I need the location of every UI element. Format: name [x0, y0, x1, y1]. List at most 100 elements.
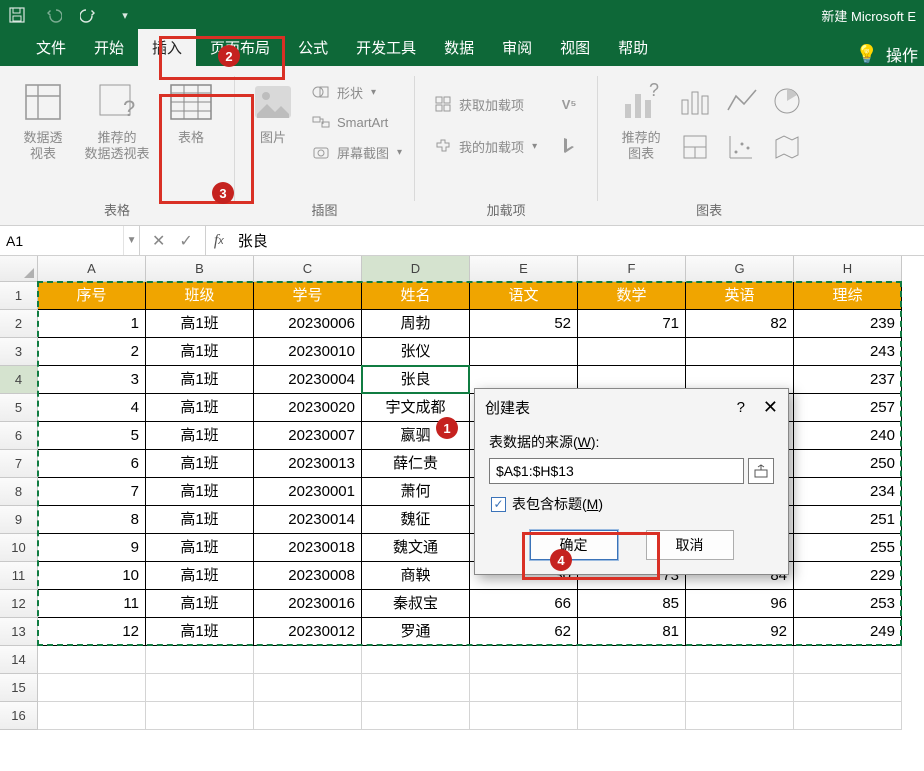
- header-cell[interactable]: 数学: [578, 282, 686, 310]
- data-cell[interactable]: [470, 338, 578, 366]
- row-header-8[interactable]: 8: [0, 478, 38, 506]
- tab-insert[interactable]: 插入: [138, 29, 196, 66]
- data-cell[interactable]: 萧何: [362, 478, 470, 506]
- save-icon[interactable]: [8, 6, 26, 24]
- header-cell[interactable]: 语文: [470, 282, 578, 310]
- row-header-4[interactable]: 4: [0, 366, 38, 394]
- data-cell[interactable]: 魏征: [362, 506, 470, 534]
- data-cell[interactable]: [578, 338, 686, 366]
- data-cell[interactable]: 20230010: [254, 338, 362, 366]
- close-icon[interactable]: ✕: [763, 397, 778, 418]
- data-cell[interactable]: 52: [470, 310, 578, 338]
- chart-pie-icon[interactable]: [772, 86, 812, 126]
- col-header-E[interactable]: E: [470, 256, 578, 282]
- row-header-13[interactable]: 13: [0, 618, 38, 646]
- tab-home[interactable]: 开始: [80, 29, 138, 66]
- data-cell[interactable]: 罗通: [362, 618, 470, 646]
- col-header-D[interactable]: D: [362, 256, 470, 282]
- data-cell[interactable]: 20230008: [254, 562, 362, 590]
- data-cell[interactable]: 20230020: [254, 394, 362, 422]
- data-cell[interactable]: 253: [794, 590, 902, 618]
- range-picker-icon[interactable]: [748, 458, 774, 484]
- data-cell[interactable]: 66: [470, 590, 578, 618]
- header-cell[interactable]: 姓名: [362, 282, 470, 310]
- data-cell[interactable]: 张仪: [362, 338, 470, 366]
- data-cell[interactable]: 85: [578, 590, 686, 618]
- empty-cell[interactable]: [578, 674, 686, 702]
- data-cell[interactable]: 250: [794, 450, 902, 478]
- empty-cell[interactable]: [578, 702, 686, 730]
- row-header-12[interactable]: 12: [0, 590, 38, 618]
- formula-input[interactable]: [232, 226, 924, 255]
- row-header-2[interactable]: 2: [0, 310, 38, 338]
- data-cell[interactable]: 12: [38, 618, 146, 646]
- empty-cell[interactable]: [362, 646, 470, 674]
- tab-data[interactable]: 数据: [430, 29, 488, 66]
- header-cell[interactable]: 班级: [146, 282, 254, 310]
- data-cell[interactable]: 11: [38, 590, 146, 618]
- empty-cell[interactable]: [38, 702, 146, 730]
- data-cell[interactable]: [686, 338, 794, 366]
- data-cell[interactable]: 234: [794, 478, 902, 506]
- data-cell[interactable]: 高1班: [146, 366, 254, 394]
- my-addins-button[interactable]: 我的加载项▾: [429, 134, 541, 158]
- data-cell[interactable]: 魏文通: [362, 534, 470, 562]
- row-header-10[interactable]: 10: [0, 534, 38, 562]
- tab-dev[interactable]: 开发工具: [342, 29, 430, 66]
- tab-file[interactable]: 文件: [22, 29, 80, 66]
- data-cell[interactable]: 20230007: [254, 422, 362, 450]
- data-cell[interactable]: 5: [38, 422, 146, 450]
- col-header-G[interactable]: G: [686, 256, 794, 282]
- empty-cell[interactable]: [362, 674, 470, 702]
- data-cell[interactable]: 10: [38, 562, 146, 590]
- picture-button[interactable]: 图片: [243, 72, 303, 146]
- col-header-F[interactable]: F: [578, 256, 686, 282]
- tab-view[interactable]: 视图: [546, 29, 604, 66]
- col-header-H[interactable]: H: [794, 256, 902, 282]
- empty-cell[interactable]: [38, 646, 146, 674]
- data-cell[interactable]: 20230001: [254, 478, 362, 506]
- chart-scatter-icon[interactable]: [726, 132, 766, 172]
- data-cell[interactable]: 高1班: [146, 590, 254, 618]
- tab-help[interactable]: 帮助: [604, 29, 662, 66]
- data-cell[interactable]: 嬴驷: [362, 422, 470, 450]
- empty-cell[interactable]: [254, 702, 362, 730]
- recommended-pivot-button[interactable]: ? 推荐的 数据透视表: [82, 72, 152, 163]
- row-header-15[interactable]: 15: [0, 674, 38, 702]
- screenshot-button[interactable]: 屏幕截图▾: [307, 140, 406, 164]
- col-header-B[interactable]: B: [146, 256, 254, 282]
- empty-cell[interactable]: [146, 674, 254, 702]
- ok-button[interactable]: 确定: [530, 530, 618, 560]
- data-cell[interactable]: 81: [578, 618, 686, 646]
- empty-cell[interactable]: [146, 646, 254, 674]
- select-all-corner[interactable]: [0, 256, 38, 282]
- name-box-dropdown-icon[interactable]: ▼: [123, 226, 139, 255]
- data-cell[interactable]: 240: [794, 422, 902, 450]
- row-header-11[interactable]: 11: [0, 562, 38, 590]
- data-cell[interactable]: 20230016: [254, 590, 362, 618]
- col-header-A[interactable]: A: [38, 256, 146, 282]
- data-cell[interactable]: 237: [794, 366, 902, 394]
- empty-cell[interactable]: [794, 702, 902, 730]
- name-box-input[interactable]: [0, 226, 123, 255]
- data-cell[interactable]: 高1班: [146, 394, 254, 422]
- chart-column-icon[interactable]: [680, 86, 720, 126]
- empty-cell[interactable]: [794, 646, 902, 674]
- data-cell[interactable]: 62: [470, 618, 578, 646]
- tell-me[interactable]: 💡 操作: [856, 42, 924, 66]
- data-cell[interactable]: 高1班: [146, 422, 254, 450]
- data-cell[interactable]: 243: [794, 338, 902, 366]
- col-header-C[interactable]: C: [254, 256, 362, 282]
- empty-cell[interactable]: [38, 674, 146, 702]
- chart-hierarchy-icon[interactable]: [680, 132, 720, 172]
- data-cell[interactable]: 高1班: [146, 478, 254, 506]
- row-header-7[interactable]: 7: [0, 450, 38, 478]
- has-headers-checkbox[interactable]: ✓ 表包含标题(M): [491, 494, 774, 514]
- empty-cell[interactable]: [362, 702, 470, 730]
- data-cell[interactable]: 6: [38, 450, 146, 478]
- empty-cell[interactable]: [254, 674, 362, 702]
- data-cell[interactable]: 249: [794, 618, 902, 646]
- row-header-16[interactable]: 16: [0, 702, 38, 730]
- row-header-9[interactable]: 9: [0, 506, 38, 534]
- data-cell[interactable]: 高1班: [146, 338, 254, 366]
